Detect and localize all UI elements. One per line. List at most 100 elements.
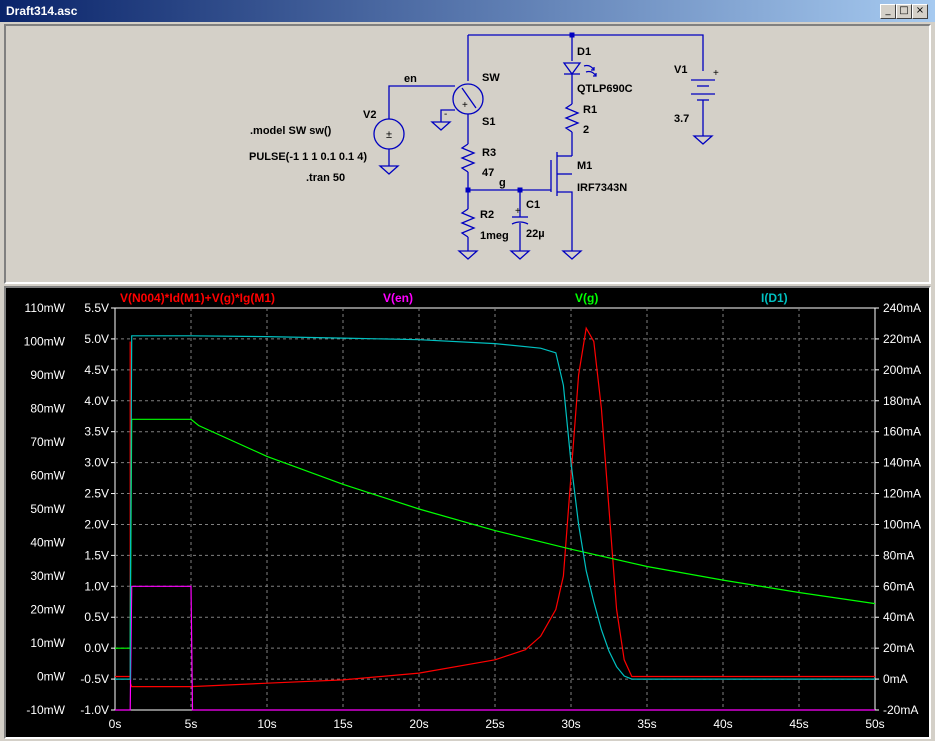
- m1-ref: M1: [577, 160, 592, 172]
- resistor-r1-symbol: [564, 103, 580, 133]
- r2-value: 1meg: [480, 230, 509, 242]
- x-tick-label: 25s: [485, 717, 504, 731]
- c1-value: 22µ: [526, 228, 545, 240]
- ground-icon: [692, 135, 714, 145]
- v1-ref: V1: [674, 64, 687, 76]
- v1-value: 3.7: [674, 113, 689, 125]
- y-power-tick-label: 110mW: [25, 301, 66, 315]
- y-voltage-tick-label: 1.5V: [84, 548, 109, 562]
- y-power-tick-label: 100mW: [24, 335, 66, 349]
- led-arrows-icon: [583, 64, 597, 77]
- diode-d1-symbol: [562, 62, 582, 76]
- y-power-tick-label: 20mW: [30, 603, 65, 617]
- trace-label-en[interactable]: V(en): [383, 291, 413, 305]
- y-power-tick-label: -10mW: [26, 703, 65, 717]
- y-current-tick-label: 40mA: [883, 610, 914, 624]
- sw-ref: SW: [482, 72, 500, 84]
- ground-icon: [430, 121, 452, 131]
- x-tick-label: 5s: [185, 717, 198, 731]
- r1-value: 2: [583, 124, 589, 136]
- y-current-tick-label: 200mA: [883, 363, 921, 377]
- window-titlebar: Draft314.asc _ □ ×: [0, 0, 935, 22]
- y-voltage-tick-label: 4.0V: [84, 394, 109, 408]
- y-power-tick-label: 90mW: [30, 368, 65, 382]
- d1-ref: D1: [577, 46, 591, 58]
- y-power-tick-label: 70mW: [30, 435, 65, 449]
- y-power-tick-label: 0mW: [37, 670, 66, 684]
- x-tick-label: 15s: [333, 717, 352, 731]
- net-label-en: en: [404, 73, 417, 85]
- directive-tran[interactable]: .tran 50: [306, 172, 345, 184]
- ground-icon: [378, 165, 400, 175]
- window-title: Draft314.asc: [6, 4, 78, 18]
- y-current-tick-label: 80mA: [883, 548, 914, 562]
- x-tick-label: 30s: [561, 717, 580, 731]
- y-voltage-tick-label: 1.0V: [84, 579, 109, 593]
- y-current-tick-label: 240mA: [883, 301, 921, 315]
- waveform-canvas[interactable]: 0s 5s 10s 15s 20s 25s 30s 35s 40s 45s 50s 5.5V 5.0V 4…: [6, 288, 929, 737]
- switch-sw-symbol: [452, 83, 484, 115]
- trace-label-i-d1[interactable]: I(D1): [761, 291, 788, 305]
- y-voltage-tick-label: 0.0V: [84, 641, 109, 655]
- schematic-canvas[interactable]: ± + - + + en g V2 SW S1 D1 QTLP690C R1 2…: [6, 26, 929, 282]
- junction-dot: [465, 187, 471, 193]
- y-current-tick-label: 20mA: [883, 641, 914, 655]
- x-tick-label: 40s: [713, 717, 732, 731]
- x-tick-label: 10s: [257, 717, 276, 731]
- schematic-pane[interactable]: ± + - + + en g V2 SW S1 D1 QTLP690C R1 2…: [4, 24, 931, 284]
- maximize-button[interactable]: □: [896, 4, 912, 19]
- y-current-tick-label: 100mA: [883, 517, 921, 531]
- y-voltage-tick-label: 3.5V: [84, 425, 109, 439]
- d1-model: QTLP690C: [577, 83, 633, 95]
- y-voltage-tick-label: 2.5V: [84, 487, 109, 501]
- y-current-tick-label: 160mA: [883, 425, 921, 439]
- y-voltage-tick-label: -1.0V: [80, 703, 109, 717]
- y-voltage-tick-label: 0.5V: [84, 610, 109, 624]
- resistor-r2-symbol: [460, 208, 476, 238]
- r3-ref: R3: [482, 147, 496, 159]
- x-tick-label: 0s: [109, 717, 122, 731]
- c1-plus: +: [515, 206, 521, 217]
- m1-model: IRF7343N: [577, 182, 627, 194]
- ground-icon: [457, 250, 479, 260]
- x-tick-label: 35s: [637, 717, 656, 731]
- waveform-pane[interactable]: 0s 5s 10s 15s 20s 25s 30s 35s 40s 45s 50s 5.5V 5.0V 4…: [4, 286, 931, 739]
- junction-dot: [517, 187, 523, 193]
- r3-value: 47: [482, 167, 494, 179]
- trace-label-power[interactable]: V(N004)*Id(M1)+V(g)*Ig(M1): [120, 291, 275, 305]
- net-label-g: g: [499, 177, 506, 189]
- directive-model[interactable]: .model SW sw(): [250, 125, 332, 137]
- sw-plus: +: [462, 100, 468, 111]
- y-current-tick-label: -20mA: [883, 703, 918, 717]
- y-voltage-tick-label: 4.5V: [84, 363, 109, 377]
- y-voltage-tick-label: 3.0V: [84, 456, 109, 470]
- y-power-tick-label: 80mW: [30, 402, 65, 416]
- mosfet-m1-source: [557, 191, 573, 251]
- ground-icon: [561, 250, 583, 260]
- close-button[interactable]: ×: [912, 4, 928, 19]
- resistor-r3-symbol: [460, 143, 476, 173]
- v1-plus: +: [713, 68, 719, 79]
- c1-ref: C1: [526, 199, 540, 211]
- x-tick-label: 50s: [865, 717, 884, 731]
- x-tick-label: 45s: [789, 717, 808, 731]
- y-current-tick-label: 60mA: [883, 579, 914, 593]
- y-current-tick-label: 140mA: [883, 456, 921, 470]
- x-tick-label: 20s: [409, 717, 428, 731]
- y-current-tick-label: 120mA: [883, 487, 921, 501]
- v2-ref: V2: [363, 109, 376, 121]
- sw-minus: -: [444, 109, 447, 120]
- minimize-button[interactable]: _: [880, 4, 896, 19]
- y-power-tick-label: 50mW: [30, 502, 65, 516]
- trace-label-g[interactable]: V(g): [575, 291, 598, 305]
- directive-pulse[interactable]: PULSE(-1 1 1 0.1 0.1 4): [249, 151, 367, 163]
- y-power-tick-label: 30mW: [30, 569, 65, 583]
- junction-dot: [569, 32, 575, 38]
- y-voltage-tick-label: 5.5V: [84, 301, 109, 315]
- ground-icon: [509, 250, 531, 260]
- y-current-tick-label: 180mA: [883, 394, 921, 408]
- y-voltage-tick-label: 5.0V: [84, 332, 109, 346]
- y-power-tick-label: 60mW: [30, 469, 65, 483]
- y-voltage-tick-label: 2.0V: [84, 517, 109, 531]
- y-current-tick-label: 0mA: [883, 672, 908, 686]
